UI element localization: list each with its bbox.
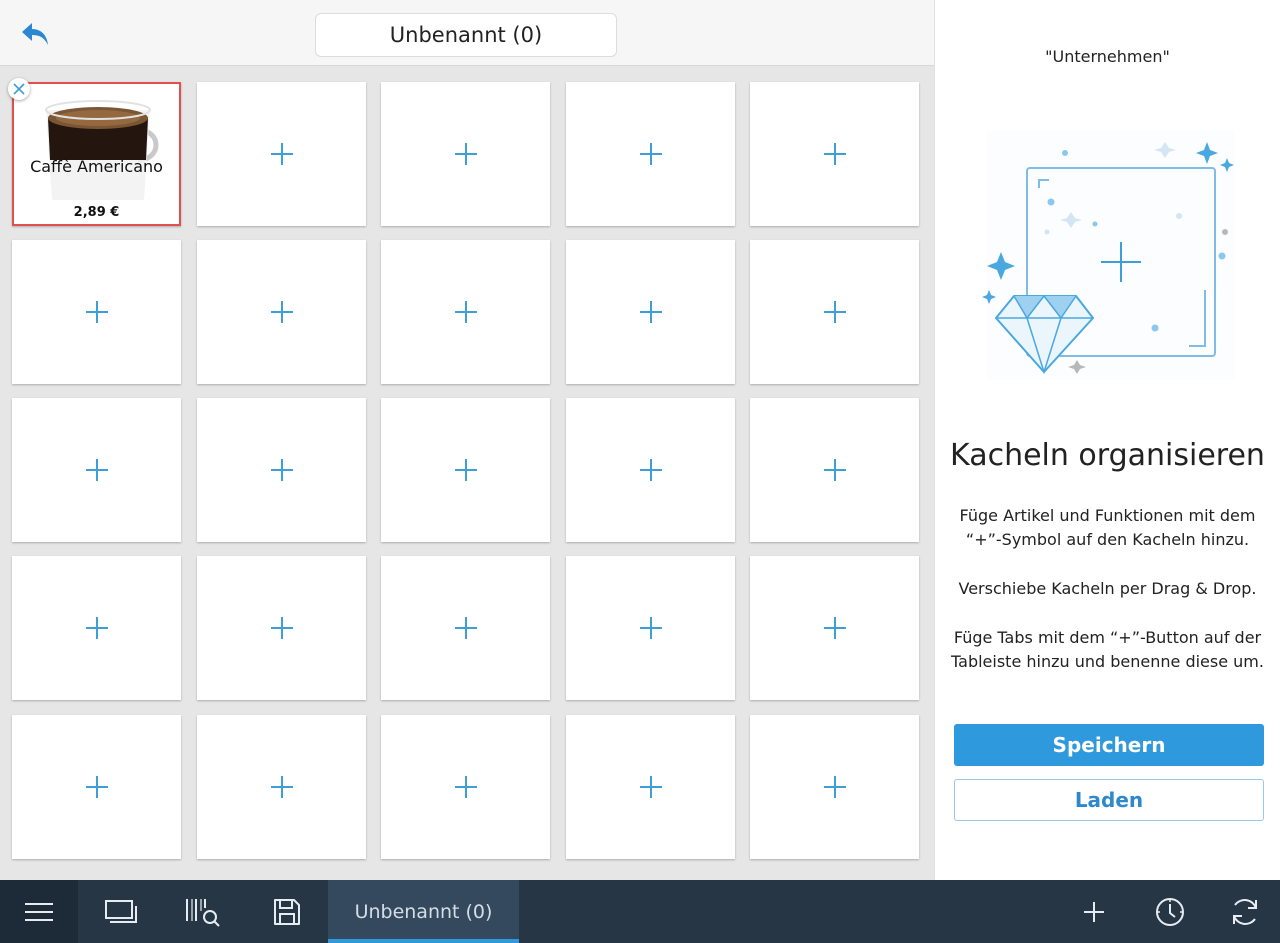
plus-icon xyxy=(823,617,846,639)
tab-label: Unbenannt (0) xyxy=(354,900,493,923)
empty-tile[interactable] xyxy=(12,240,181,384)
empty-tile[interactable] xyxy=(566,82,735,226)
help-text-move: Verschiebe Kacheln per Drag & Drop. xyxy=(958,579,1257,598)
product-name: Caffè Americano xyxy=(30,157,163,176)
plus-icon xyxy=(85,776,108,798)
plus-icon xyxy=(270,459,293,481)
empty-tile[interactable] xyxy=(750,240,919,384)
plus-icon xyxy=(85,617,108,639)
plus-icon xyxy=(823,301,846,323)
empty-tile[interactable] xyxy=(566,556,735,700)
screens-icon xyxy=(105,899,137,923)
empty-tile[interactable] xyxy=(197,240,366,384)
plus-icon xyxy=(639,459,662,481)
empty-tile[interactable] xyxy=(381,82,550,226)
tab-unbenannt[interactable]: Unbenannt (0) xyxy=(328,880,519,943)
empty-tile[interactable] xyxy=(197,715,366,859)
empty-tile[interactable] xyxy=(750,398,919,542)
plus-icon xyxy=(454,459,477,481)
plus-icon xyxy=(639,143,662,165)
empty-tile[interactable] xyxy=(197,82,366,226)
reply-arrow-icon xyxy=(22,23,48,45)
tiles-diamond-illustration xyxy=(982,130,1235,380)
empty-tile[interactable] xyxy=(750,82,919,226)
empty-tile[interactable] xyxy=(197,556,366,700)
bottom-toolbar: Unbenannt (0) xyxy=(0,880,1280,943)
empty-tile[interactable] xyxy=(750,556,919,700)
save-icon xyxy=(274,898,300,925)
company-name: "Unternehmen" xyxy=(1045,47,1170,66)
menu-button[interactable] xyxy=(0,880,78,943)
tab-title-field[interactable]: Unbenannt (0) xyxy=(315,13,617,57)
empty-tile[interactable] xyxy=(566,715,735,859)
product-price: 2,89 € xyxy=(73,205,120,220)
close-icon xyxy=(13,83,25,95)
active-tab-indicator xyxy=(328,939,519,943)
save-button[interactable]: Speichern xyxy=(954,724,1264,766)
plus-icon xyxy=(270,301,293,323)
empty-tile[interactable] xyxy=(566,240,735,384)
empty-tile[interactable] xyxy=(750,715,919,859)
plus-icon xyxy=(454,143,477,165)
help-panel: "Unternehmen" Kacheln organisieren Füge … xyxy=(934,0,1280,880)
add-tab-button[interactable] xyxy=(1068,880,1120,943)
plus-icon xyxy=(270,617,293,639)
plus-icon xyxy=(639,301,662,323)
empty-tile[interactable] xyxy=(381,398,550,542)
plus-icon xyxy=(639,776,662,798)
plus-icon xyxy=(823,459,846,481)
sync-icon xyxy=(1233,898,1257,925)
plus-icon xyxy=(454,301,477,323)
empty-tile[interactable] xyxy=(197,398,366,542)
clock-icon xyxy=(1156,897,1184,926)
history-button[interactable] xyxy=(1144,880,1196,943)
plus-icon xyxy=(823,143,846,165)
tile-editor: Unbenannt (0) Caffè Americano 2,89 € xyxy=(0,0,934,880)
editor-header: Unbenannt (0) xyxy=(0,0,934,66)
plus-icon xyxy=(270,143,293,165)
plus-icon xyxy=(85,459,108,481)
product-tile[interactable]: Caffè Americano 2,89 € xyxy=(8,78,181,226)
barcode-search-icon xyxy=(186,898,220,927)
back-button[interactable] xyxy=(14,14,56,54)
screens-button[interactable] xyxy=(92,880,150,943)
plus-icon xyxy=(639,617,662,639)
empty-tile[interactable] xyxy=(12,398,181,542)
empty-tile[interactable] xyxy=(566,398,735,542)
panel-heading: Kacheln organisieren xyxy=(950,438,1265,473)
empty-tile[interactable] xyxy=(12,556,181,700)
plus-icon xyxy=(823,776,846,798)
plus-icon xyxy=(270,776,293,798)
empty-tile[interactable] xyxy=(381,240,550,384)
plus-icon xyxy=(454,776,477,798)
empty-tile[interactable] xyxy=(381,556,550,700)
empty-tile[interactable] xyxy=(12,715,181,859)
remove-tile-button[interactable] xyxy=(8,78,30,100)
empty-tile[interactable] xyxy=(381,715,550,859)
add-icon xyxy=(1084,901,1104,922)
help-text-add: Füge Artikel und Funktionen mit dem “+”-… xyxy=(959,506,1256,549)
help-text-tabs: Füge Tabs mit dem “+”-Button auf der Tab… xyxy=(951,628,1264,671)
plus-icon xyxy=(454,617,477,639)
sync-button[interactable] xyxy=(1218,880,1272,943)
coffee-mug-image xyxy=(45,100,159,200)
menu-icon xyxy=(25,902,53,921)
plus-icon xyxy=(85,301,108,323)
load-button[interactable]: Laden xyxy=(954,779,1264,821)
article-search-button[interactable] xyxy=(174,880,232,943)
save-layout-button[interactable] xyxy=(258,880,316,943)
